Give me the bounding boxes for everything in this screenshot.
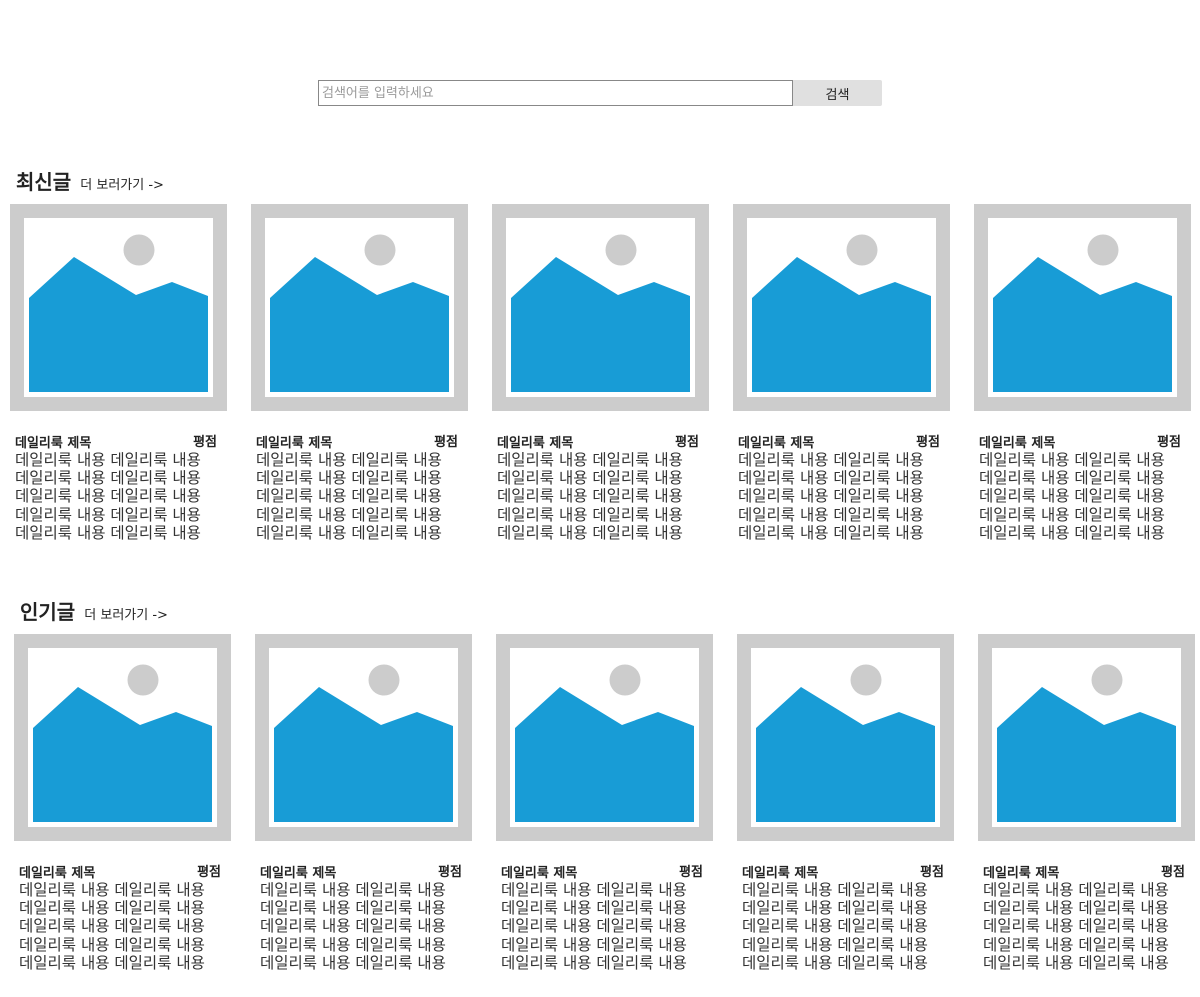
card-body: 데일리룩 내용 데일리룩 내용 데일리룩 내용 데일리룩 내용 데일리룩 내용 … [497, 451, 707, 542]
image-placeholder-icon [978, 634, 1195, 841]
card-title: 데일리룩 제목 [15, 436, 92, 451]
card-body-line: 데일리룩 내용 데일리룩 내용 [497, 451, 683, 469]
card-body-line: 데일리룩 내용 데일리룩 내용 [979, 487, 1165, 506]
image-placeholder-icon [974, 204, 1191, 411]
card-title: 데일리룩 제목 [742, 866, 819, 881]
card-body: 데일리룩 내용 데일리룩 내용 데일리룩 내용 데일리룩 내용 데일리룩 내용 … [260, 881, 470, 972]
image-placeholder-icon [251, 204, 468, 411]
card-title: 데일리룩 제목 [497, 436, 574, 451]
image-placeholder-icon [14, 634, 231, 841]
card-body-line: 데일리룩 내용 데일리룩 내용 [497, 505, 683, 524]
card-body-line: 데일리룩 내용 데일리룩 내용 [19, 899, 205, 918]
image-placeholder-icon [492, 204, 709, 411]
card-body-line: 데일리룩 내용 데일리룩 내용 [738, 487, 924, 506]
card-body-line: 데일리룩 내용 데일리룩 내용 [983, 917, 1169, 936]
card-body: 데일리룩 내용 데일리룩 내용 데일리룩 내용 데일리룩 내용 데일리룩 내용 … [742, 881, 952, 972]
card-body-line: 데일리룩 내용 데일리룩 내용 [15, 469, 201, 488]
card-body-line: 데일리룩 내용 데일리룩 내용 [19, 881, 205, 899]
card-body-line: 데일리룩 내용 데일리룩 내용 [15, 451, 201, 469]
card-rating: 평점 [679, 865, 703, 880]
card-body: 데일리룩 내용 데일리룩 내용 데일리룩 내용 데일리룩 내용 데일리룩 내용 … [738, 451, 948, 542]
image-placeholder-icon [10, 204, 227, 411]
card-rating: 평점 [193, 435, 217, 450]
card-rating: 평점 [197, 865, 221, 880]
card-body-line: 데일리룩 내용 데일리룩 내용 [501, 935, 687, 954]
card-body-line: 데일리룩 내용 데일리룩 내용 [979, 469, 1165, 488]
card-body-line: 데일리룩 내용 데일리룩 내용 [501, 881, 687, 899]
image-placeholder-icon [733, 204, 950, 411]
card-rating: 평점 [1161, 865, 1185, 880]
card-body-line: 데일리룩 내용 데일리룩 내용 [256, 469, 442, 488]
search-button[interactable]: 검색 [793, 80, 882, 106]
card-body-line: 데일리룩 내용 데일리룩 내용 [738, 505, 924, 524]
card-body-line: 데일리룩 내용 데일리룩 내용 [19, 935, 205, 954]
card-body-line: 데일리룩 내용 데일리룩 내용 [15, 523, 201, 542]
card-body-line: 데일리룩 내용 데일리룩 내용 [15, 505, 201, 524]
card-body: 데일리룩 내용 데일리룩 내용 데일리룩 내용 데일리룩 내용 데일리룩 내용 … [979, 451, 1189, 542]
see-more-link[interactable]: 더 보러가기 -> [80, 178, 164, 193]
image-placeholder-icon [737, 634, 954, 841]
card-body-line: 데일리룩 내용 데일리룩 내용 [742, 917, 928, 936]
card-body-line: 데일리룩 내용 데일리룩 내용 [260, 935, 446, 954]
card-body-line: 데일리룩 내용 데일리룩 내용 [979, 451, 1165, 469]
card-body-line: 데일리룩 내용 데일리룩 내용 [497, 469, 683, 488]
section-header: 최신글 더 보러가기 -> [16, 166, 164, 195]
search-input[interactable] [318, 80, 793, 106]
card-body-line: 데일리룩 내용 데일리룩 내용 [501, 953, 687, 972]
card-title: 데일리룩 제목 [260, 866, 337, 881]
card-body-line: 데일리룩 내용 데일리룩 내용 [260, 899, 446, 918]
card-title: 데일리룩 제목 [501, 866, 578, 881]
card-body-line: 데일리룩 내용 데일리룩 내용 [501, 899, 687, 918]
card-body-line: 데일리룩 내용 데일리룩 내용 [983, 881, 1169, 899]
card-body-line: 데일리룩 내용 데일리룩 내용 [742, 953, 928, 972]
card-title: 데일리룩 제목 [983, 866, 1060, 881]
card-body-line: 데일리룩 내용 데일리룩 내용 [260, 917, 446, 936]
card-rating: 평점 [920, 865, 944, 880]
section-header: 인기글 더 보러가기 -> [20, 596, 168, 625]
card-body-line: 데일리룩 내용 데일리룩 내용 [983, 935, 1169, 954]
card-rating: 평점 [434, 435, 458, 450]
card-body-line: 데일리룩 내용 데일리룩 내용 [19, 917, 205, 936]
card-body: 데일리룩 내용 데일리룩 내용 데일리룩 내용 데일리룩 내용 데일리룩 내용 … [15, 451, 225, 542]
card-title: 데일리룩 제목 [738, 436, 815, 451]
card-body-line: 데일리룩 내용 데일리룩 내용 [742, 899, 928, 918]
section-title: 최신글 [16, 170, 72, 194]
card-body-line: 데일리룩 내용 데일리룩 내용 [738, 523, 924, 542]
card-body-line: 데일리룩 내용 데일리룩 내용 [19, 953, 205, 972]
card-body-line: 데일리룩 내용 데일리룩 내용 [260, 881, 446, 899]
card-body-line: 데일리룩 내용 데일리룩 내용 [979, 505, 1165, 524]
card-rating: 평점 [438, 865, 462, 880]
card-body-line: 데일리룩 내용 데일리룩 내용 [497, 487, 683, 506]
card-body-line: 데일리룩 내용 데일리룩 내용 [256, 505, 442, 524]
card-body-line: 데일리룩 내용 데일리룩 내용 [979, 523, 1165, 542]
card-body-line: 데일리룩 내용 데일리룩 내용 [738, 469, 924, 488]
card-body-line: 데일리룩 내용 데일리룩 내용 [742, 935, 928, 954]
card-rating: 평점 [675, 435, 699, 450]
search-bar: 검색 [318, 80, 882, 106]
card-body-line: 데일리룩 내용 데일리룩 내용 [256, 451, 442, 469]
card-title: 데일리룩 제목 [256, 436, 333, 451]
image-placeholder-icon [496, 634, 713, 841]
card-body-line: 데일리룩 내용 데일리룩 내용 [738, 451, 924, 469]
section-title: 인기글 [20, 600, 76, 624]
card-rating: 평점 [1157, 435, 1181, 450]
card-body: 데일리룩 내용 데일리룩 내용 데일리룩 내용 데일리룩 내용 데일리룩 내용 … [256, 451, 466, 542]
card-body: 데일리룩 내용 데일리룩 내용 데일리룩 내용 데일리룩 내용 데일리룩 내용 … [983, 881, 1193, 972]
card-body: 데일리룩 내용 데일리룩 내용 데일리룩 내용 데일리룩 내용 데일리룩 내용 … [501, 881, 711, 972]
card-body-line: 데일리룩 내용 데일리룩 내용 [260, 953, 446, 972]
image-placeholder-icon [255, 634, 472, 841]
card-body-line: 데일리룩 내용 데일리룩 내용 [742, 881, 928, 899]
card-body-line: 데일리룩 내용 데일리룩 내용 [983, 899, 1169, 918]
card-body-line: 데일리룩 내용 데일리룩 내용 [256, 487, 442, 506]
card-title: 데일리룩 제목 [979, 436, 1056, 451]
card-body: 데일리룩 내용 데일리룩 내용 데일리룩 내용 데일리룩 내용 데일리룩 내용 … [19, 881, 229, 972]
card-body-line: 데일리룩 내용 데일리룩 내용 [497, 523, 683, 542]
card-body-line: 데일리룩 내용 데일리룩 내용 [15, 487, 201, 506]
card-title: 데일리룩 제목 [19, 866, 96, 881]
card-rating: 평점 [916, 435, 940, 450]
card-body-line: 데일리룩 내용 데일리룩 내용 [256, 523, 442, 542]
card-body-line: 데일리룩 내용 데일리룩 내용 [501, 917, 687, 936]
card-body-line: 데일리룩 내용 데일리룩 내용 [983, 953, 1169, 972]
see-more-link[interactable]: 더 보러가기 -> [84, 608, 168, 623]
